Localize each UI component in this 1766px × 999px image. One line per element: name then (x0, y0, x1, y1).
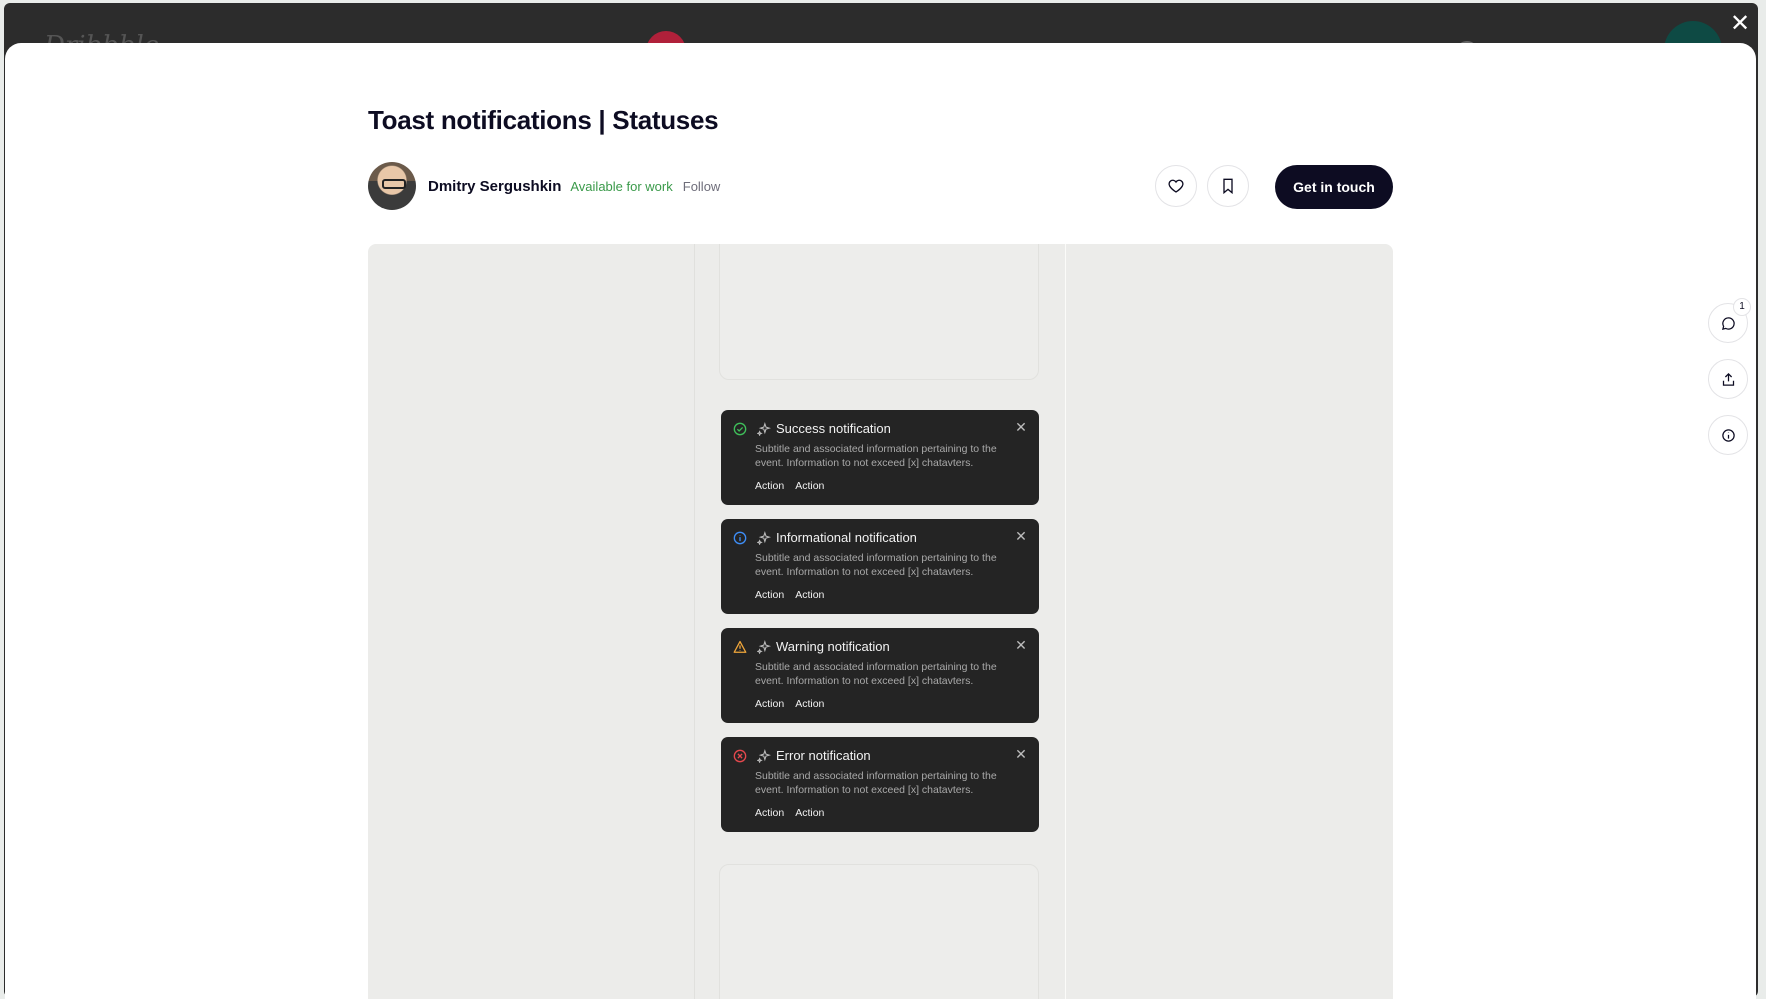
info-icon (1721, 428, 1735, 442)
toast-close-icon[interactable]: ✕ (1014, 420, 1028, 434)
toast-error: Error notification ✕ Subtitle and associ… (721, 737, 1039, 832)
warning-triangle-icon (733, 640, 747, 653)
author-name[interactable]: Dmitry Sergushkin (428, 178, 561, 195)
toast-action-button[interactable]: Action (795, 807, 824, 819)
sparkle-icon (757, 640, 771, 654)
sparkle-icon (757, 749, 771, 763)
share-icon (1722, 372, 1734, 386)
toast-info: Informational notification ✕ Subtitle an… (721, 519, 1039, 614)
shot-modal: Toast notifications | Statuses Dmitry Se… (5, 43, 1756, 999)
toast-actions: Action Action (755, 698, 824, 710)
toast-action-button[interactable]: Action (755, 807, 784, 819)
author-row: Dmitry Sergushkin Available for work Fol… (368, 161, 720, 211)
toast-title: Informational notification (776, 530, 917, 545)
toast-action-button[interactable]: Action (755, 589, 784, 601)
sparkle-icon (757, 531, 771, 545)
comment-icon (1721, 316, 1735, 330)
toast-success: Success notification ✕ Subtitle and asso… (721, 410, 1039, 505)
availability-badge[interactable]: Available for work (570, 179, 672, 194)
success-check-icon (733, 422, 747, 436)
toast-action-button[interactable]: Action (795, 698, 824, 710)
share-button[interactable] (1708, 359, 1748, 399)
toast-body: Subtitle and associated information pert… (755, 770, 997, 796)
comments-count-badge: 1 (1733, 298, 1751, 316)
toast-panel: Success notification ✕ Subtitle and asso… (694, 244, 1066, 999)
toast-title: Warning notification (776, 639, 890, 654)
author-avatar[interactable] (368, 162, 416, 210)
toast-body: Subtitle and associated information pert… (755, 443, 997, 469)
toast-action-button[interactable]: Action (795, 589, 824, 601)
toast-body: Subtitle and associated information pert… (755, 552, 997, 578)
bookmark-icon (1223, 178, 1233, 194)
close-modal-button[interactable]: ✕ (1726, 10, 1754, 38)
toast-title: Success notification (776, 421, 891, 436)
toast-actions: Action Action (755, 807, 824, 819)
toast-action-button[interactable]: Action (755, 698, 784, 710)
heart-icon (1168, 179, 1184, 193)
toast-close-icon[interactable]: ✕ (1014, 529, 1028, 543)
toast-body: Subtitle and associated information pert… (755, 661, 997, 687)
toast-action-button[interactable]: Action (795, 480, 824, 492)
sparkle-icon (757, 422, 771, 436)
info-circle-icon (733, 531, 747, 545)
toast-warning: Warning notification ✕ Subtitle and asso… (721, 628, 1039, 723)
toast-close-icon[interactable]: ✕ (1014, 638, 1028, 652)
get-in-touch-button[interactable]: Get in touch (1275, 165, 1393, 209)
toast-close-icon[interactable]: ✕ (1014, 747, 1028, 761)
toast-title: Error notification (776, 748, 871, 763)
toast-actions: Action Action (755, 480, 824, 492)
placeholder-card-top (719, 244, 1039, 380)
follow-button[interactable]: Follow (683, 179, 721, 194)
toast-actions: Action Action (755, 589, 824, 601)
info-button[interactable] (1708, 415, 1748, 455)
save-button[interactable] (1207, 165, 1249, 207)
shot-image: Success notification ✕ Subtitle and asso… (368, 244, 1393, 999)
page-title: Toast notifications | Statuses (368, 105, 719, 135)
error-x-circle-icon (733, 749, 747, 763)
placeholder-card-bottom (719, 864, 1039, 999)
toast-action-button[interactable]: Action (755, 480, 784, 492)
like-button[interactable] (1155, 165, 1197, 207)
